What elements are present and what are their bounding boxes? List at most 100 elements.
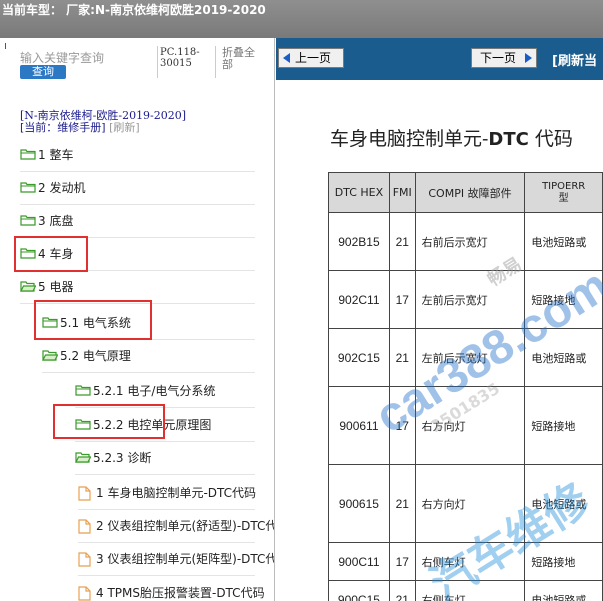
error-type-cell: 电池短路或 <box>524 580 603 601</box>
refresh-tree-link[interactable]: [刷新] <box>109 121 140 134</box>
tree-item-10[interactable]: 5.2.3 诊断 <box>0 442 274 475</box>
dtc-hex-cell: 902C15 <box>328 328 390 387</box>
dtc-code-table: DTC HEX FMI COMPI 故障部件 TIPOERR 型 902B15 2… <box>328 172 603 601</box>
current-section: [当前：维修手册] [刷新] <box>20 122 140 134</box>
component-cell: 右侧车灯 <box>414 580 526 601</box>
error-type-cell: 短路接地 <box>524 386 603 465</box>
fmi-cell: 17 <box>388 270 416 329</box>
divider <box>157 46 158 78</box>
right-panel: 上一页 下一页 [刷新当 车身电脑控制单元-DTC 代码 DTC HEX FMI… <box>276 38 603 601</box>
folder-icon <box>20 182 36 193</box>
component-cell: 右方向灯 <box>414 464 526 543</box>
tree-item-label: 2 发动机 <box>38 181 86 195</box>
tree-item-11[interactable]: 1 车身电脑控制单元-DTC代码 <box>0 477 274 510</box>
table-row: 900C11 17 右侧车灯 短路接地 <box>328 542 603 581</box>
column-header-error-type-line2: 型 <box>558 192 569 204</box>
tree-item-label: 2 仪表组控制单元(舒适型)-DTC代码 <box>96 519 275 533</box>
refresh-page-link[interactable]: [刷新当 <box>552 50 597 69</box>
folder-icon <box>75 385 91 396</box>
fmi-cell: 21 <box>388 212 416 271</box>
dtc-hex-cell: 900C15 <box>328 580 390 601</box>
dtc-hex-cell: 902C11 <box>328 270 390 329</box>
previous-page-button[interactable]: 上一页 <box>278 48 344 68</box>
tree-item-13[interactable]: 3 仪表组控制单元(矩阵型)-DTC代码 <box>0 543 275 576</box>
tree-item-label: 1 整车 <box>38 148 74 162</box>
top-bar: 当前车型： 厂家:N-南京依维柯欧胜2019-2020 <box>0 0 603 38</box>
dtc-table-body: 902B15 21 右前后示宽灯 电池短路或 902C11 17 左前后示宽灯 短路接地 902… <box>328 212 603 601</box>
table-row: 902B15 21 右前后示宽灯 电池短路或 <box>328 212 603 271</box>
component-cell: 右侧车灯 <box>414 542 526 581</box>
query-button[interactable]: 查询 <box>20 65 66 79</box>
tree-item-label: 3 底盘 <box>38 214 74 228</box>
tree-item-12[interactable]: 2 仪表组控制单元(舒适型)-DTC代码 <box>0 510 275 543</box>
tree-item-14[interactable]: 4 TPMS胎压报警装置-DTC代码 <box>0 577 274 601</box>
document-title-bold: DTC <box>488 129 529 150</box>
column-header-fmi: FMI <box>388 172 416 213</box>
component-cell: 左前后示宽灯 <box>414 270 526 329</box>
folder-open-icon <box>42 350 58 361</box>
folder-icon <box>20 215 36 226</box>
document-icon <box>78 552 91 567</box>
error-type-cell: 电池短路或 <box>524 464 603 543</box>
dtc-hex-cell: 900615 <box>328 464 390 543</box>
tree-divider <box>75 474 255 475</box>
arrow-right-icon <box>525 53 532 63</box>
dtc-hex-cell: 900C11 <box>328 542 390 581</box>
column-header-error-type: TIPOERR 型 <box>524 172 603 213</box>
tree-item-label: 5.2.1 电子/电气分系统 <box>93 384 216 398</box>
document-icon <box>78 486 91 501</box>
current-model-label: 当前车型： 厂家:N-南京依维柯欧胜2019-2020 <box>2 3 266 17</box>
tree-divider <box>42 372 255 373</box>
tree-item-7[interactable]: 5.2 电气原理 <box>0 340 274 373</box>
fmi-cell: 21 <box>388 464 416 543</box>
arrow-left-icon <box>283 53 290 63</box>
document-title-prefix: 车身电脑控制单元- <box>330 128 489 150</box>
divider <box>215 46 216 78</box>
highlight-box <box>53 404 165 439</box>
tree-item-label: 5 电器 <box>38 280 74 294</box>
tree-item-1[interactable]: 1 整车 <box>0 139 274 172</box>
table-row: 900C15 21 右侧车灯 电池短路或 <box>328 580 603 601</box>
fmi-cell: 21 <box>388 580 416 601</box>
document-nav-bar: 上一页 下一页 [刷新当 <box>276 38 603 80</box>
tree-item-label: 1 车身电脑控制单元-DTC代码 <box>96 486 257 500</box>
fmi-cell: 17 <box>388 386 416 465</box>
fmi-cell: 21 <box>388 328 416 387</box>
component-cell: 右前后示宽灯 <box>414 212 526 271</box>
error-type-cell: 电池短路或 <box>524 328 603 387</box>
column-header-dtc-hex: DTC HEX <box>328 172 390 213</box>
tree-item-label: 4 TPMS胎压报警装置-DTC代码 <box>96 586 265 600</box>
tree-item-label: 3 仪表组控制单元(矩阵型)-DTC代码 <box>96 552 275 566</box>
highlight-box <box>34 300 152 340</box>
table-row: 900611 17 右方向灯 短路接地 <box>328 386 603 465</box>
tree-item-label: 5.2 电气原理 <box>60 349 131 363</box>
column-header-error-type-line1: TIPOERR <box>542 180 586 192</box>
table-row: 902C15 21 左前后示宽灯 电池短路或 <box>328 328 603 387</box>
divider <box>5 43 6 49</box>
table-header-row: DTC HEX FMI COMPI 故障部件 TIPOERR 型 <box>328 172 603 213</box>
component-cell: 右方向灯 <box>414 386 526 465</box>
document-title-suffix: 代码 <box>528 128 573 150</box>
table-row: 902C11 17 左前后示宽灯 短路接地 <box>328 270 603 329</box>
dtc-hex-cell: 902B15 <box>328 212 390 271</box>
folder-open-icon <box>20 281 36 292</box>
component-cell: 左前后示宽灯 <box>414 328 526 387</box>
next-page-button[interactable]: 下一页 <box>471 48 537 68</box>
document-icon <box>78 586 91 601</box>
tree-divider <box>78 575 255 576</box>
previous-page-label: 上一页 <box>295 51 332 65</box>
collapse-all-button[interactable]: 折叠全 部 <box>222 47 262 71</box>
left-panel: 查询 PC.118- 30015 折叠全 部 [N-南京依维柯-欧胜-2019-… <box>0 38 275 601</box>
highlight-box <box>14 236 88 272</box>
table-row: 900615 21 右方向灯 电池短路或 <box>328 464 603 543</box>
tree-item-label: 5.2.3 诊断 <box>93 451 152 465</box>
error-type-cell: 短路接地 <box>524 270 603 329</box>
document-title: 车身电脑控制单元-DTC 代码 <box>330 124 573 151</box>
search-input[interactable] <box>20 50 155 66</box>
error-type-cell: 电池短路或 <box>524 212 603 271</box>
tree-item-3[interactable]: 3 底盘 <box>0 205 274 238</box>
column-header-component: COMPI 故障部件 <box>414 172 526 213</box>
tree-item-2[interactable]: 2 发动机 <box>0 172 274 205</box>
fmi-cell: 17 <box>388 542 416 581</box>
dtc-hex-cell: 900611 <box>328 386 390 465</box>
